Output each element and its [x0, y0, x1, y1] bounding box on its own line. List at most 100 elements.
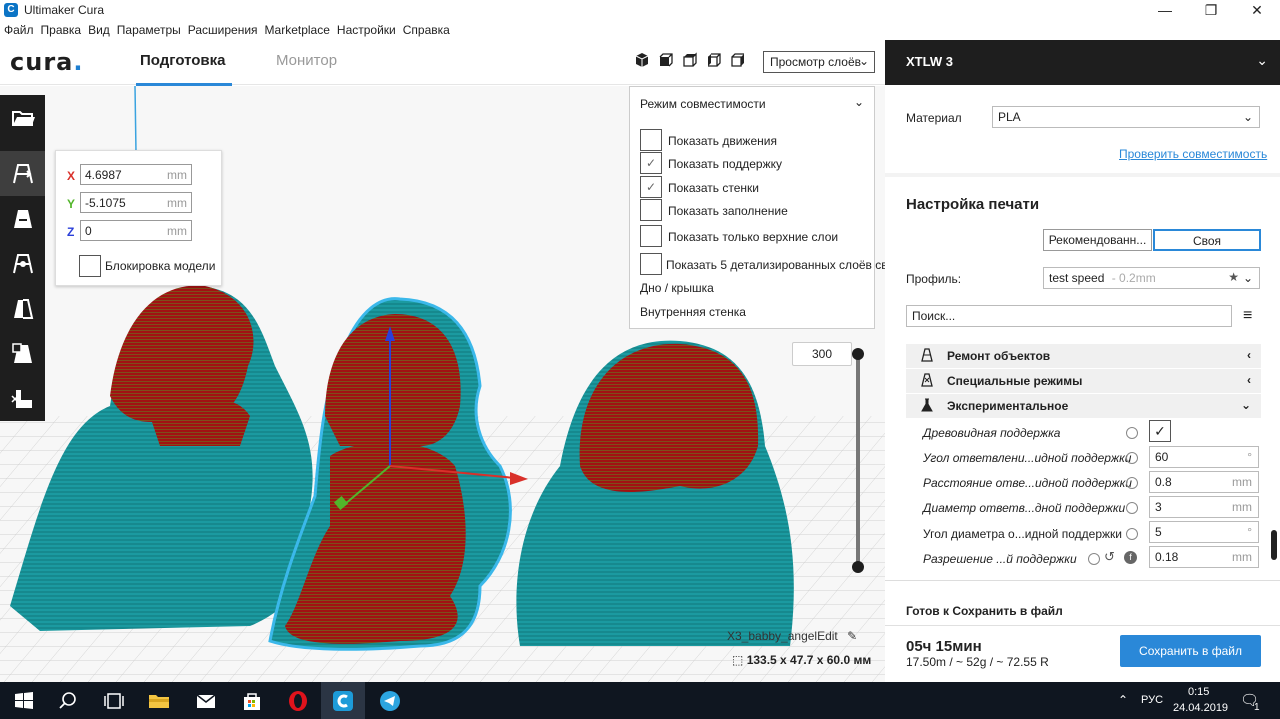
show-infill-checkbox[interactable] — [640, 199, 662, 221]
view-type-select[interactable]: Просмотр слоёв ⌄ — [763, 51, 875, 73]
show-detailed-layers-checkbox[interactable] — [640, 253, 662, 275]
search-icon[interactable] — [56, 689, 80, 713]
clock-date[interactable]: 24.04.2019 — [1173, 702, 1228, 714]
3d-view-icon[interactable] — [634, 52, 652, 70]
chevron-down-icon: ⌄ — [1242, 271, 1253, 285]
scale-icon — [13, 209, 32, 228]
layer-number-input[interactable]: 300 — [792, 342, 852, 366]
support-blocker-icon — [10, 389, 32, 408]
minimize-button[interactable]: — — [1142, 0, 1188, 20]
tray-chevron-icon[interactable]: ⌃ — [1118, 693, 1128, 707]
tree-branch-distance-input[interactable]: 0.8 mm — [1149, 471, 1259, 493]
windows-start-icon[interactable] — [12, 689, 36, 713]
left-view-icon[interactable] — [706, 52, 724, 70]
front-view-icon[interactable] — [658, 52, 676, 70]
lock-model-checkbox[interactable] — [79, 255, 101, 277]
reset-icon[interactable]: ↺ — [1104, 549, 1115, 565]
settings-scrollbar[interactable] — [1271, 530, 1277, 560]
rotate-tool-button[interactable] — [0, 241, 45, 286]
layer-slider-track[interactable] — [856, 353, 860, 567]
close-button[interactable]: ✕ — [1234, 0, 1280, 20]
profile-select[interactable]: test speed - 0.2mm ★ ⌄ — [1043, 267, 1260, 289]
category-experimental[interactable]: Экспериментальное ⌄ — [906, 394, 1261, 418]
tree-diameter-angle-label: Угол диаметра о...идной поддержки — [923, 527, 1122, 541]
menu-settings[interactable]: Параметры — [117, 23, 181, 37]
tree-branch-diameter-input[interactable]: 3 mm — [1149, 496, 1259, 518]
scale-tool-button[interactable] — [0, 196, 45, 241]
language-indicator[interactable]: РУС — [1141, 694, 1163, 706]
menu-preferences[interactable]: Настройки — [337, 23, 396, 37]
tree-collision-resolution-input[interactable]: 0.18 mm — [1149, 546, 1259, 568]
show-travel-checkbox[interactable] — [640, 129, 662, 151]
y-position-input[interactable]: -5.1075 mm — [80, 192, 192, 213]
task-view-icon[interactable] — [102, 689, 126, 713]
top-view-icon[interactable] — [682, 52, 700, 70]
file-explorer-icon[interactable] — [147, 689, 171, 713]
chevron-left-icon: ‹ — [1247, 348, 1251, 362]
menu-marketplace[interactable]: Marketplace — [265, 23, 330, 37]
show-top-layers-checkbox[interactable] — [640, 225, 662, 247]
x-position-input[interactable]: 4.6987 mm — [80, 164, 192, 185]
per-model-settings-button[interactable] — [0, 331, 45, 376]
star-icon[interactable]: ★ — [1228, 270, 1239, 284]
tree-diameter-angle-input[interactable]: 5 ° — [1149, 521, 1259, 543]
legend-bottom-top: Дно / крышка — [640, 281, 714, 295]
category-special-modes[interactable]: Специальные режимы ‹ — [906, 369, 1261, 393]
printer-selector[interactable]: XTLW 3 ⌄ — [885, 40, 1280, 85]
open-file-button[interactable] — [0, 95, 45, 140]
tree-branch-angle-label: Угол ответвлени...идной поддержки — [923, 451, 1132, 465]
tab-monitor[interactable]: Монитор — [276, 52, 337, 69]
layer-slider-top-handle[interactable] — [852, 348, 864, 360]
object-dimensions: ⬚ 133.5 x 47.7 x 60.0 мм — [732, 653, 872, 667]
windows-taskbar: ⌃ РУС 0:15 24.04.2019 🗨 1 — [0, 682, 1280, 719]
layer-slider-bottom-handle[interactable] — [852, 561, 864, 573]
support-blocker-button[interactable] — [0, 376, 45, 421]
tree-branch-distance-label: Расстояние отве...идной поддержки — [923, 476, 1132, 490]
move-icon — [12, 163, 33, 183]
show-walls-checkbox[interactable]: ✓ — [640, 176, 662, 198]
print-time: 05ч 15мин — [906, 638, 982, 655]
menu-view[interactable]: Вид — [88, 23, 110, 37]
z-position-input[interactable]: 0 mm — [80, 220, 192, 241]
left-toolbar — [0, 95, 45, 421]
function-icon[interactable]: f — [1124, 551, 1137, 564]
menu-help[interactable]: Справка — [403, 23, 450, 37]
custom-mode-button[interactable]: Своя — [1153, 229, 1261, 251]
mirror-tool-button[interactable] — [0, 286, 45, 331]
right-view-icon[interactable] — [730, 52, 748, 70]
compat-mode-header[interactable]: Режим совместимости ⌄ — [640, 95, 864, 111]
material-select[interactable]: PLA ⌄ — [992, 106, 1260, 128]
cura-app-icon: C — [4, 3, 18, 17]
clock-time[interactable]: 0:15 — [1188, 686, 1209, 698]
z-axis-label: Z — [67, 225, 75, 239]
stage-header: cura. Подготовка Монитор Просмотр слоёв … — [0, 40, 885, 86]
settings-menu-icon[interactable]: ≡ — [1243, 307, 1252, 325]
save-to-file-button[interactable]: Сохранить в файл — [1120, 635, 1261, 667]
tab-prepare[interactable]: Подготовка — [136, 52, 231, 86]
move-tool-panel: X 4.6987 mm Y -5.1075 mm Z 0 mm Блокировка … — [55, 150, 222, 286]
edit-pencil-icon[interactable]: ✎ — [847, 629, 857, 643]
mail-icon[interactable] — [194, 689, 218, 713]
tree-support-label: Древовидная поддержка — [923, 426, 1061, 440]
y-axis-label: Y — [67, 197, 76, 211]
menu-file[interactable]: Файл — [4, 23, 34, 37]
category-mesh-fixes[interactable]: Ремонт объектов ‹ — [906, 344, 1261, 368]
telegram-icon[interactable] — [378, 689, 402, 713]
store-icon[interactable] — [240, 689, 264, 713]
opera-browser-icon[interactable] — [286, 689, 310, 713]
maximize-button[interactable]: ❐ — [1188, 0, 1234, 20]
rotate-icon — [12, 253, 33, 273]
tree-support-checkbox[interactable]: ✓ — [1149, 420, 1171, 442]
chevron-down-icon: ⌄ — [1242, 110, 1253, 124]
show-support-checkbox[interactable]: ✓ — [640, 152, 662, 174]
move-tool-button[interactable] — [0, 151, 45, 196]
menu-edit[interactable]: Правка — [41, 23, 82, 37]
recommended-mode-button[interactable]: Рекомендованн... — [1043, 229, 1152, 251]
experimental-flask-icon — [921, 398, 933, 412]
tree-branch-angle-input[interactable]: 60 ° — [1149, 446, 1259, 468]
check-compatibility-link[interactable]: Проверить совместимость — [1119, 147, 1267, 161]
divider — [885, 625, 1280, 626]
cura-taskbar-active[interactable] — [321, 682, 365, 719]
settings-search-input[interactable]: Поиск... — [906, 305, 1232, 327]
menu-extensions[interactable]: Расширения — [188, 23, 258, 37]
